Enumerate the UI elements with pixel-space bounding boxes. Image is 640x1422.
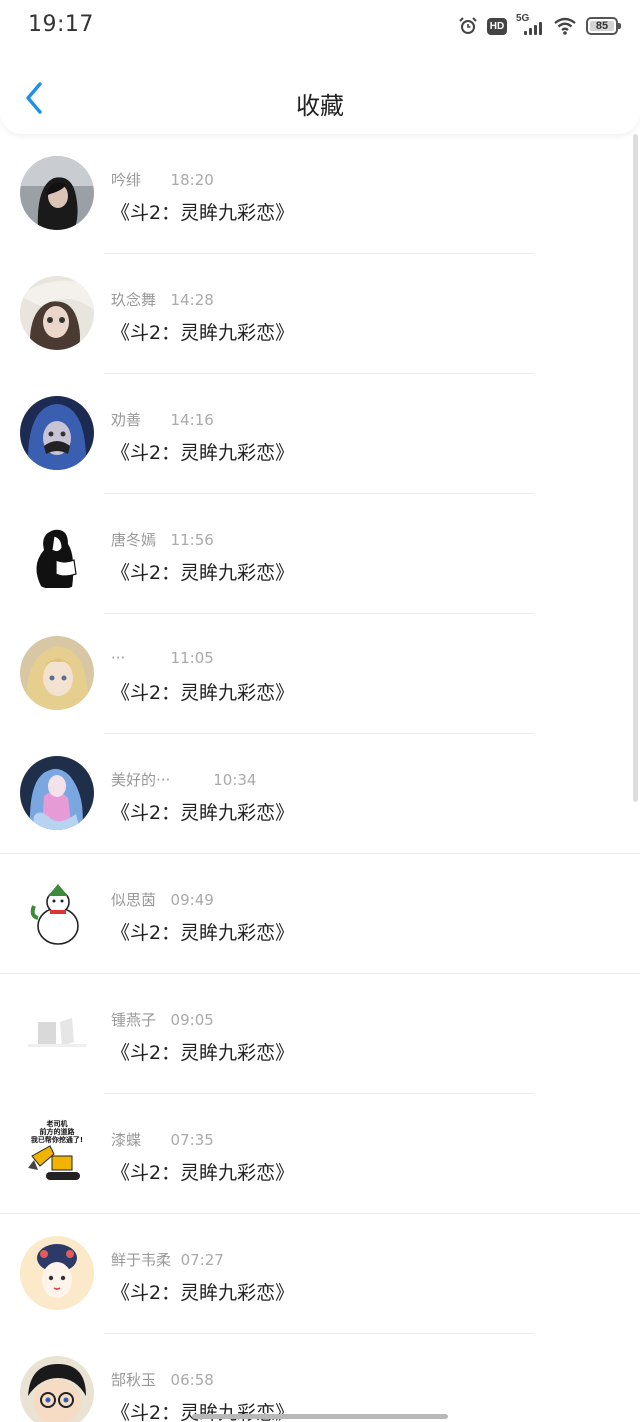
item-time: 14:28: [170, 291, 214, 309]
home-indicator[interactable]: [192, 1414, 448, 1419]
hd-icon: HD: [487, 17, 507, 35]
item-title: 《斗2：灵眸九彩恋》: [111, 202, 295, 224]
nav-bar: 收藏: [0, 54, 640, 134]
list-item[interactable]: 玖念舞 14:28 《斗2：灵眸九彩恋》: [0, 254, 640, 374]
list-item[interactable]: 唐冬嫣 11:56 《斗2：灵眸九彩恋》: [0, 494, 640, 614]
avatar-caption: 老司机: [46, 1119, 68, 1128]
item-title: 《斗2：灵眸九彩恋》: [111, 922, 295, 944]
avatar: [20, 876, 94, 950]
scrollbar[interactable]: [633, 134, 638, 802]
author-name: 漆蝶: [111, 1131, 142, 1149]
item-time: 10:34: [213, 771, 257, 789]
item-title: 《斗2：灵眸九彩恋》: [111, 442, 295, 464]
item-title: 《斗2：灵眸九彩恋》: [111, 322, 295, 344]
avatar: [20, 1236, 94, 1310]
item-time: 06:58: [170, 1371, 214, 1389]
network-label: 5G: [516, 13, 530, 24]
author-name: 吟绯: [111, 171, 142, 189]
author-name: 唐冬嫣: [111, 531, 157, 549]
author-name: 郜秋玉: [111, 1371, 157, 1389]
avatar: [20, 396, 94, 470]
page-title: 收藏: [296, 92, 344, 120]
author-name: 锺燕子: [111, 1011, 157, 1029]
item-time: 18:20: [170, 171, 214, 189]
item-time: 14:16: [170, 411, 214, 429]
wifi-icon: [553, 16, 577, 36]
item-time: 07:35: [170, 1131, 214, 1149]
item-time: 09:49: [170, 891, 214, 909]
item-title: 《斗2：灵眸九彩恋》: [111, 802, 295, 824]
status-bar: 19:17 HD 5G 85: [0, 0, 640, 54]
avatar: [20, 516, 94, 590]
item-title: 《斗2：灵眸九彩恋》: [111, 1042, 295, 1064]
author-name: 似思茵: [111, 891, 157, 909]
status-icons: HD 5G 85: [458, 13, 621, 38]
author-name: 美好的···: [111, 771, 171, 789]
list-item[interactable]: ··· 11:05 《斗2：灵眸九彩恋》: [0, 614, 640, 734]
author-name: 鲜于韦柔: [111, 1251, 172, 1269]
avatar: 老司机 前方的道路 我已帮你挖通了!: [20, 1116, 94, 1190]
list-item[interactable]: 鲜于韦柔 07:27 《斗2：灵眸九彩恋》: [0, 1214, 640, 1334]
item-time: 07:27: [180, 1251, 224, 1269]
item-title: 《斗2：灵眸九彩恋》: [111, 562, 295, 584]
list-item[interactable]: 郜秋玉 06:58 《斗2：灵眸九彩恋》: [0, 1334, 640, 1422]
avatar: [20, 996, 94, 1070]
list-item[interactable]: 似思茵 09:49 《斗2：灵眸九彩恋》: [0, 854, 640, 974]
avatar: [20, 1356, 94, 1422]
signal-icon: 5G: [516, 13, 544, 37]
avatar: [20, 276, 94, 350]
item-time: 09:05: [170, 1011, 214, 1029]
status-time: 19:17: [28, 12, 94, 37]
item-time: 11:05: [170, 649, 214, 667]
avatar-caption: 我已帮你挖通了!: [31, 1135, 83, 1144]
avatar-caption: 前方的道路: [40, 1127, 76, 1136]
avatar: [20, 756, 94, 830]
author-name: ···: [111, 649, 126, 667]
list-item[interactable]: 老司机 前方的道路 我已帮你挖通了! 漆蝶 07:35 《斗2：灵眸九彩恋》: [0, 1094, 640, 1214]
list-item[interactable]: 劝善 14:16 《斗2：灵眸九彩恋》: [0, 374, 640, 494]
author-name: 玖念舞: [111, 291, 157, 309]
item-time: 11:56: [170, 531, 214, 549]
item-title: 《斗2：灵眸九彩恋》: [111, 1282, 295, 1304]
item-title: 《斗2：灵眸九彩恋》: [111, 682, 295, 704]
avatar: [20, 636, 94, 710]
item-title: 《斗2：灵眸九彩恋》: [111, 1162, 295, 1184]
list-item[interactable]: 吟绯 18:20 《斗2：灵眸九彩恋》: [0, 134, 640, 254]
favorites-list[interactable]: 吟绯 18:20 《斗2：灵眸九彩恋》 玖念舞 14:28 《斗2：灵眸九彩恋》…: [0, 134, 640, 1422]
author-name: 劝善: [111, 411, 142, 429]
battery-icon: 85: [586, 17, 621, 35]
list-item[interactable]: 锺燕子 09:05 《斗2：灵眸九彩恋》: [0, 974, 640, 1094]
battery-level: 85: [595, 20, 609, 32]
alarm-icon: [458, 16, 478, 36]
list-item[interactable]: 美好的··· 10:34 《斗2：灵眸九彩恋》: [0, 734, 640, 854]
avatar: [20, 156, 94, 230]
